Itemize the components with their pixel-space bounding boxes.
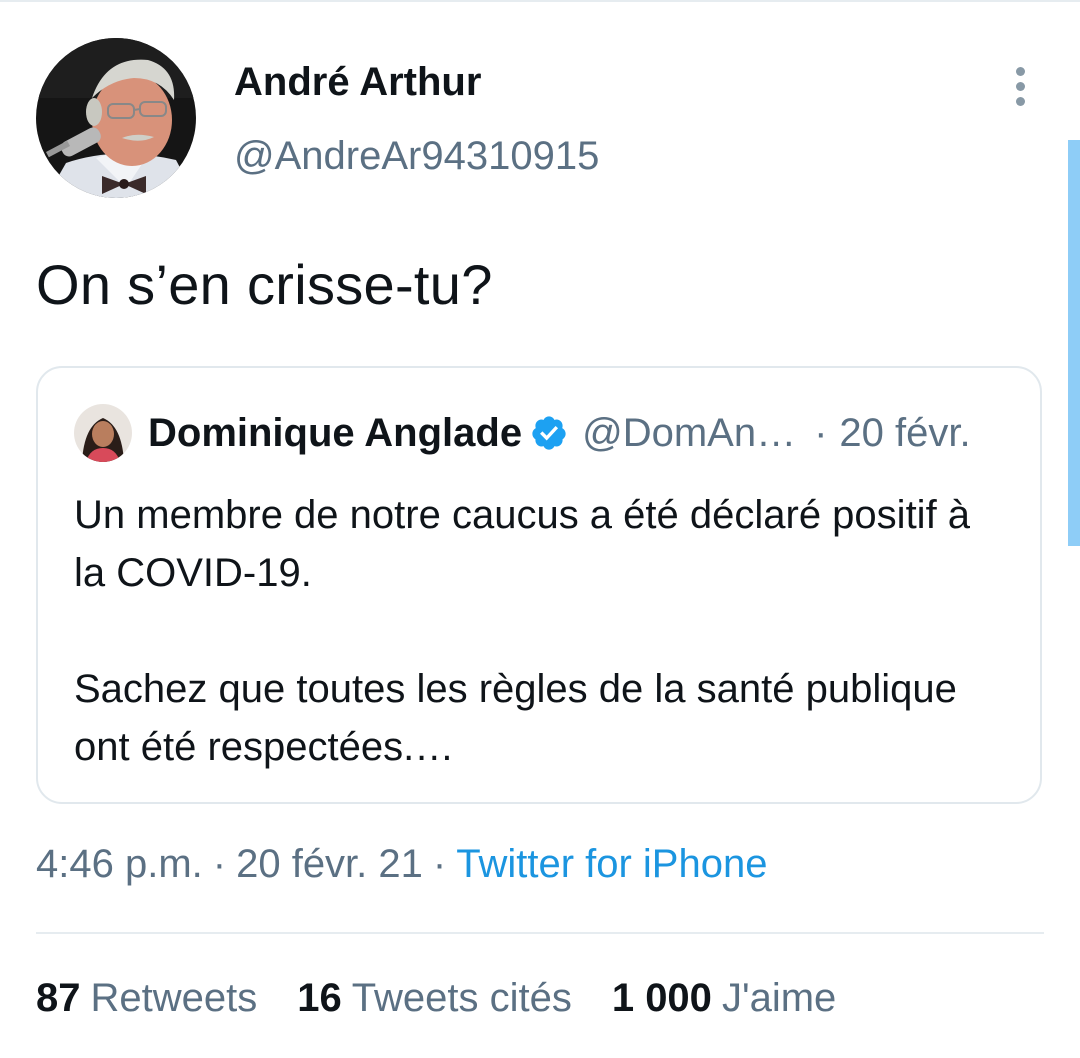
quoted-separator: · [814,410,828,455]
verified-badge-icon [532,416,566,450]
likes-label: J'aime [721,976,837,1020]
tweet-text: On s’en crisse-tu? [36,253,493,316]
author-avatar-image [36,38,196,198]
likes-count: 1 000 [611,976,712,1020]
tweet-time[interactable]: 4:46 p.m. [36,842,203,886]
author-name[interactable]: André Arthur [234,60,481,105]
author-handle[interactable]: @AndreAr94310915 [234,134,599,179]
more-vertical-icon [1015,81,1025,91]
retweets-label: Retweets [90,976,258,1020]
tweet-date[interactable]: 20 févr. 21 [236,842,423,886]
tweet-detail-page: André Arthur @AndreAr94310915 On s’en cr… [0,0,1080,1058]
meta-separator: · [432,842,447,886]
quoted-author-avatar-image [74,404,132,462]
scrollbar[interactable] [1068,140,1080,546]
quoted-author-avatar [74,404,132,462]
quoted-paragraph: Sachez que toutes les règles de la santé… [74,667,957,769]
top-divider [0,0,1080,2]
more-options-button[interactable] [1000,62,1040,110]
quoted-date: 20 févr. [839,410,971,455]
quote-tweets-stat[interactable]: 16 Tweets cités [297,976,572,1021]
likes-stat[interactable]: 1 000 J'aime [612,976,836,1021]
quoted-paragraph: Un membre de notre caucus a été déclaré … [74,493,971,595]
quote-tweets-label: Tweets cités [351,976,572,1020]
quoted-tweet-card[interactable]: Dominique Anglade @DomAn… · 20 févr. Un … [36,366,1042,804]
author-avatar[interactable] [36,38,196,198]
quoted-author-handle: @DomAn… [582,410,797,455]
more-vertical-icon [1015,66,1025,76]
meta-separator: · [212,842,227,886]
quoted-author-name: Dominique Anglade [148,410,523,455]
tweet-source-link[interactable]: Twitter for iPhone [456,842,767,886]
more-vertical-icon [1015,96,1025,106]
stats-divider [36,932,1044,934]
tweet-meta: 4:46 p.m. · 20 févr. 21 · Twitter for iPhone [36,842,767,887]
retweets-stat[interactable]: 87 Retweets [36,976,257,1021]
tweet-stats: 87 Retweets 16 Tweets cités 1 000 J'aime [36,976,876,1021]
quoted-tweet-body: Un membre de notre caucus a été déclaré … [74,486,1004,776]
quote-tweets-count: 16 [297,976,342,1020]
quoted-tweet-header: Dominique Anglade @DomAn… · 20 févr. [148,408,971,458]
retweets-count: 87 [36,976,81,1020]
